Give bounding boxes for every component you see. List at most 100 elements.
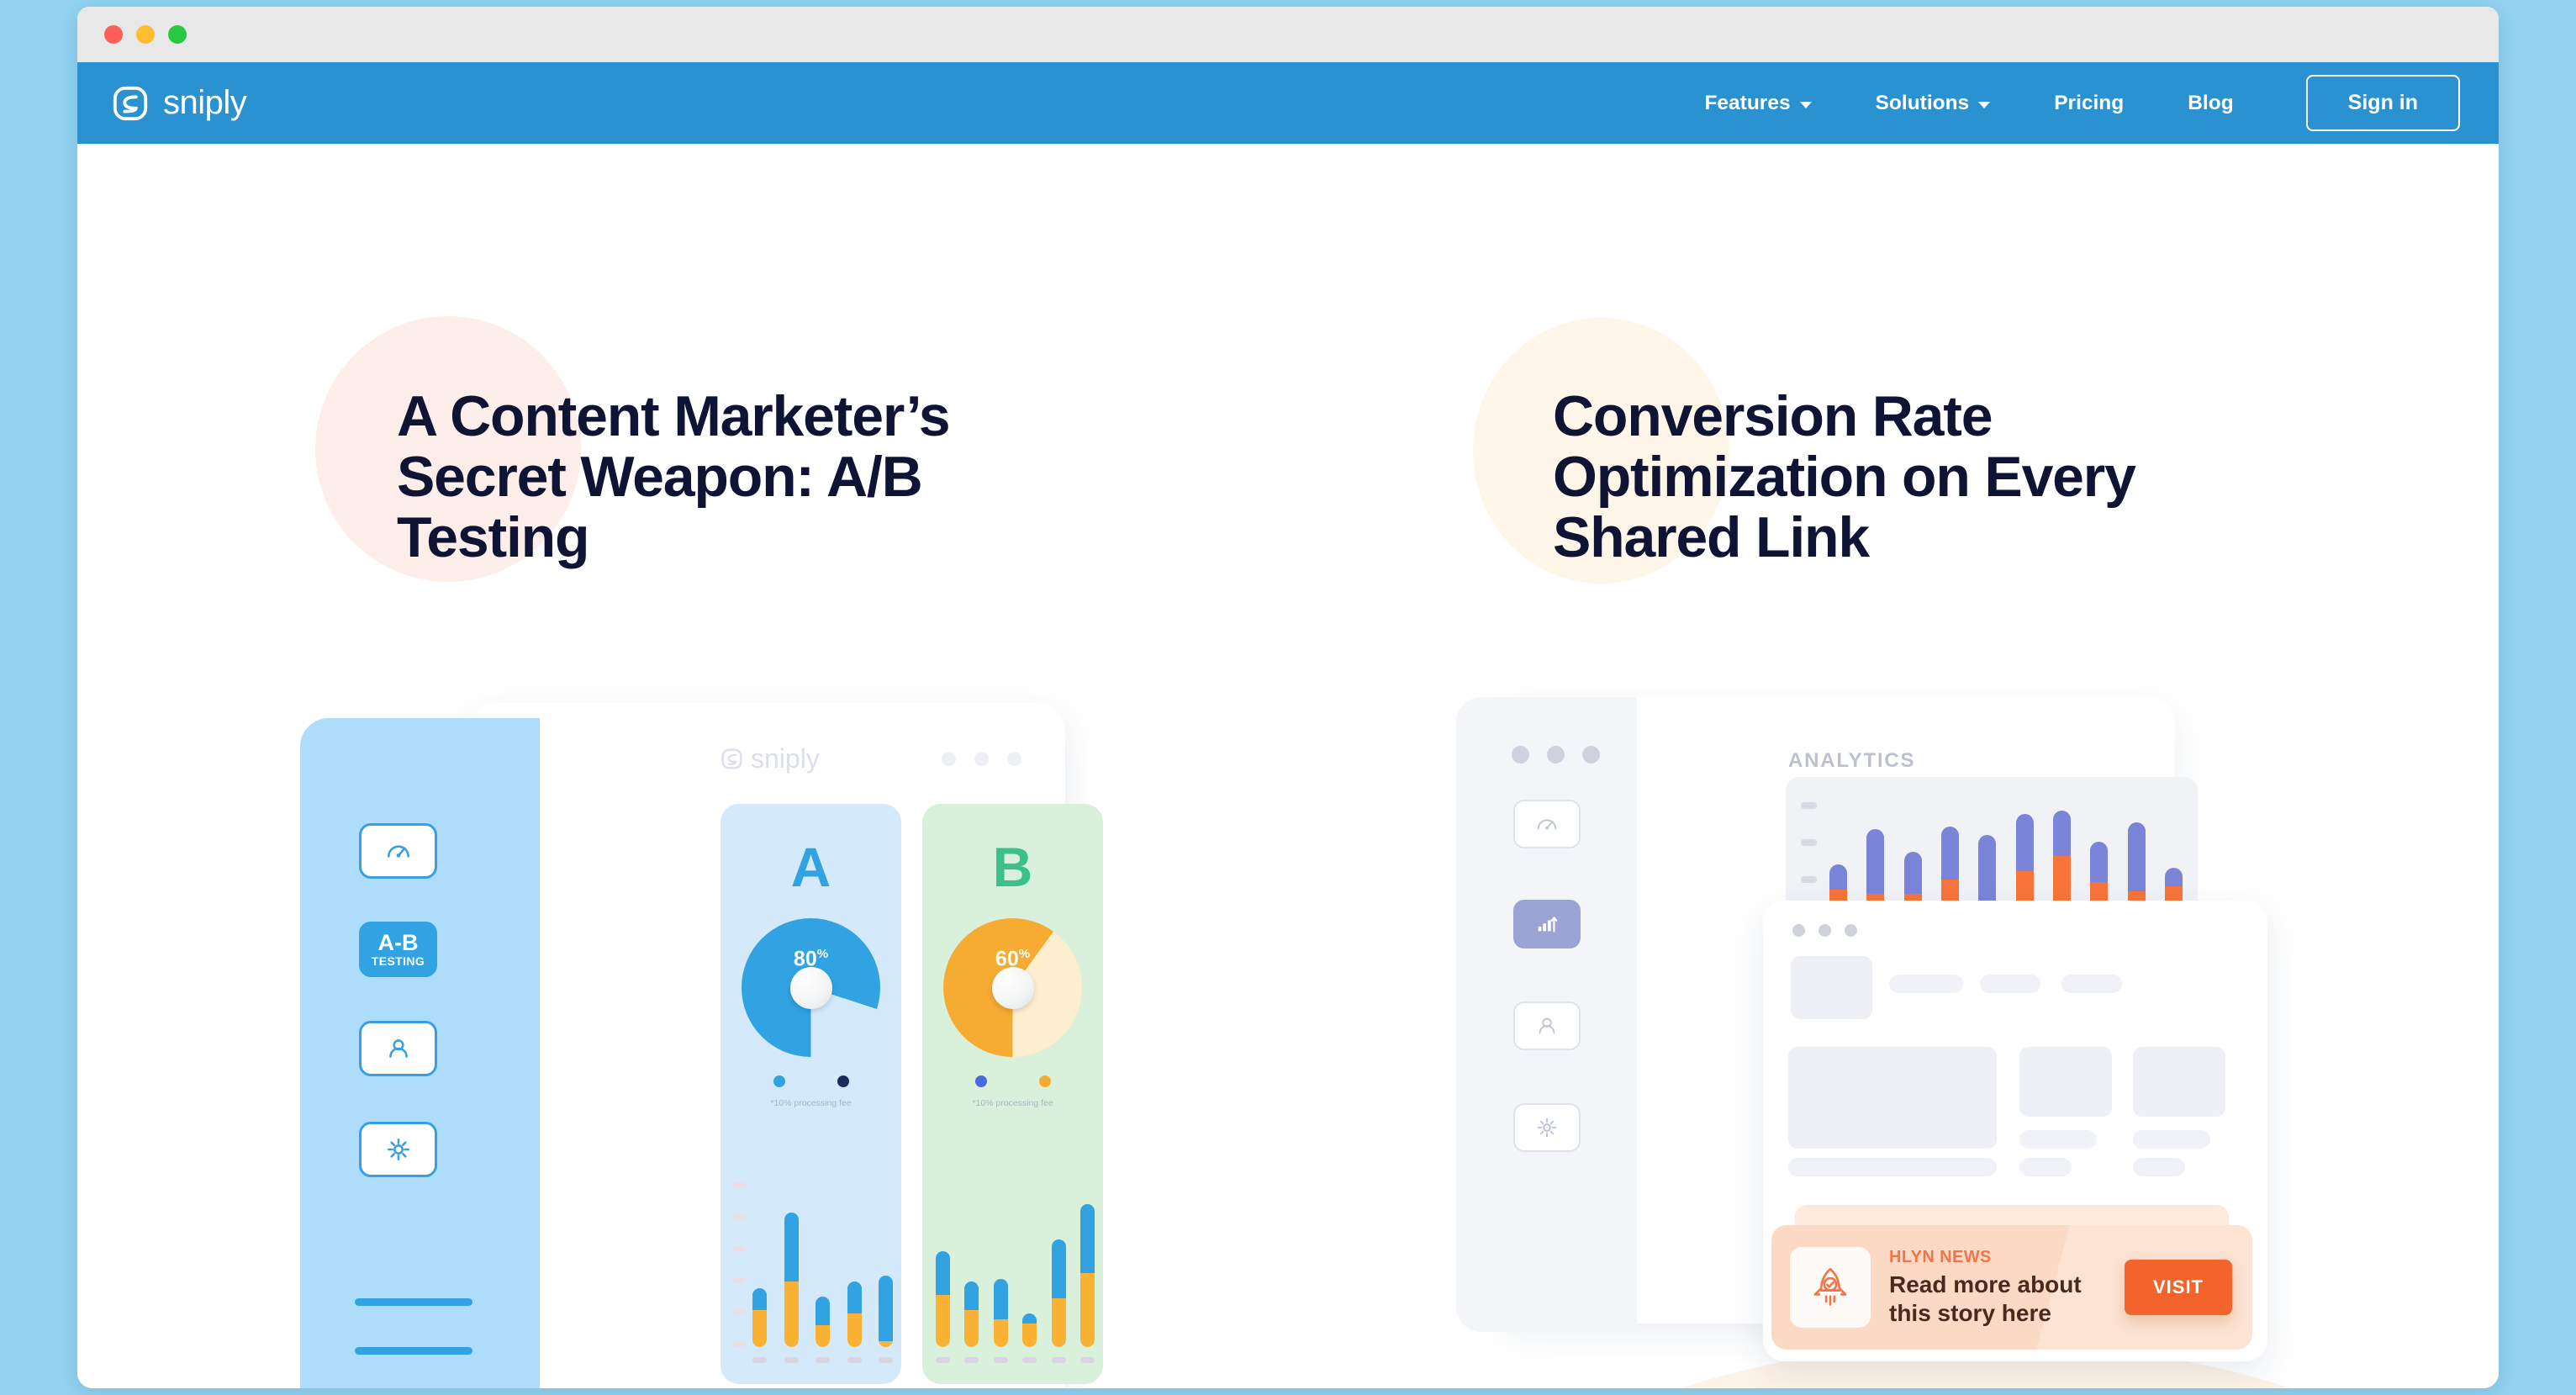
y-tick bbox=[1801, 802, 1817, 809]
minimize-icon[interactable] bbox=[136, 25, 155, 44]
x-tick bbox=[752, 1357, 767, 1363]
x-tick bbox=[964, 1357, 979, 1363]
snippet-text: HLYN NEWS Read more about this story her… bbox=[1889, 1248, 2106, 1327]
sidebar-item-dashboard[interactable] bbox=[359, 823, 437, 879]
sidebar-item-audience[interactable] bbox=[1513, 1001, 1581, 1050]
person-icon bbox=[1539, 1017, 1555, 1034]
legend-dot bbox=[974, 1075, 987, 1087]
variant-panel-a: A 80% *10% processing fee bbox=[721, 804, 901, 1384]
snippet-kicker: HLYN NEWS bbox=[1889, 1247, 1992, 1266]
nav-item-features[interactable]: Features bbox=[1672, 92, 1843, 115]
variant-letter-b: B bbox=[992, 836, 1033, 898]
sidebar-item-audience[interactable] bbox=[359, 1021, 437, 1076]
window-dot bbox=[1007, 752, 1021, 766]
mini-brand-name: sniply bbox=[751, 743, 820, 774]
window-dot bbox=[1582, 746, 1600, 764]
window-dot bbox=[1792, 924, 1805, 937]
bar bbox=[879, 1276, 893, 1347]
speedometer-icon bbox=[387, 845, 409, 858]
gear-icon bbox=[1537, 1118, 1557, 1138]
chevron-down-icon bbox=[1799, 101, 1812, 108]
main-navbar: sniply Features Solutions Pricing Blog S… bbox=[77, 62, 2499, 144]
window-dot bbox=[974, 752, 989, 766]
legend-b bbox=[922, 1075, 1103, 1087]
sidebar-item-settings[interactable] bbox=[359, 1122, 437, 1177]
speedometer-icon bbox=[1537, 819, 1557, 830]
window-dot bbox=[942, 752, 956, 766]
x-tick bbox=[816, 1357, 830, 1363]
close-icon[interactable] bbox=[104, 25, 123, 44]
ab-testing-line2: TESTING bbox=[371, 954, 425, 968]
y-axis-ticks bbox=[732, 1182, 746, 1347]
legend-dot bbox=[837, 1075, 849, 1087]
analytics-sidebar bbox=[1456, 697, 1637, 1332]
mini-brand-logo: sniply bbox=[721, 743, 820, 774]
placeholder-pill bbox=[2133, 1130, 2210, 1149]
chevron-down-icon bbox=[1978, 101, 1991, 108]
sidebar-divider-line bbox=[355, 1298, 472, 1306]
variant-panel-b: B 60% *10% processing fee bbox=[922, 804, 1103, 1384]
nav-item-pricing[interactable]: Pricing bbox=[2022, 92, 2156, 115]
nav-item-solutions[interactable]: Solutions bbox=[1844, 92, 2023, 115]
window-dots bbox=[1792, 924, 1857, 937]
bar bbox=[993, 1279, 1008, 1347]
window-dot bbox=[1547, 746, 1565, 764]
placeholder-pill bbox=[1788, 1158, 1997, 1176]
rocket-icon bbox=[1813, 1267, 1847, 1306]
gauge-chart-b: 60% bbox=[943, 918, 1082, 1057]
visit-button[interactable]: VISIT bbox=[2124, 1260, 2232, 1315]
content-preview-card: HLYN NEWS Read more about this story her… bbox=[1763, 901, 2267, 1361]
y-tick bbox=[1801, 839, 1817, 846]
placeholder-pill bbox=[2061, 975, 2122, 993]
sniply-logo-icon bbox=[721, 748, 742, 769]
ab-testing-illustration: sniply A 80% *10% processing fee B 60% *… bbox=[300, 695, 1103, 1388]
brand-logo[interactable]: sniply bbox=[111, 84, 247, 123]
bar bbox=[784, 1213, 799, 1347]
y-tick bbox=[732, 1277, 746, 1284]
placeholder-pill bbox=[2133, 1158, 2185, 1176]
y-tick bbox=[732, 1213, 746, 1220]
gauge-knob bbox=[991, 966, 1034, 1009]
x-tick bbox=[1022, 1357, 1037, 1363]
hero-column-right: Conversion Rate Optimization on Every Sh… bbox=[1553, 386, 2309, 568]
bar-chart-b bbox=[922, 1176, 1103, 1369]
gauge-knob bbox=[789, 966, 832, 1009]
y-tick bbox=[1801, 876, 1817, 883]
y-tick bbox=[732, 1245, 746, 1252]
page-title-right: Conversion Rate Optimization on Every Sh… bbox=[1553, 384, 2136, 570]
nav-item-features-label: Features bbox=[1704, 91, 1791, 114]
x-axis-ticks bbox=[752, 1357, 893, 1363]
sidebar-item-ab-testing[interactable]: A-B TESTING bbox=[359, 922, 437, 977]
x-tick bbox=[993, 1357, 1008, 1363]
sidebar-item-settings[interactable] bbox=[1513, 1103, 1581, 1152]
bar bbox=[936, 1251, 950, 1347]
gauge-chart-a: 80% bbox=[742, 918, 880, 1057]
sidebar-divider-line bbox=[355, 1347, 472, 1355]
bar bbox=[847, 1281, 862, 1347]
sign-in-button[interactable]: Sign in bbox=[2305, 75, 2460, 131]
x-tick bbox=[784, 1357, 799, 1363]
window-dot bbox=[1512, 746, 1529, 764]
y-tick bbox=[732, 1340, 746, 1347]
snippet-title: Read more about this story here bbox=[1889, 1271, 2082, 1326]
ab-dashboard-card: sniply A 80% *10% processing fee B 60% *… bbox=[468, 703, 1103, 1388]
bar-row bbox=[752, 1182, 893, 1347]
maximize-icon[interactable] bbox=[168, 25, 187, 44]
mini-window-dots bbox=[942, 752, 1021, 766]
nav-item-pricing-label: Pricing bbox=[2054, 91, 2125, 114]
nav-item-solutions-label: Solutions bbox=[1875, 91, 1970, 114]
snippet-card: HLYN NEWS Read more about this story her… bbox=[1771, 1225, 2252, 1350]
legend-a bbox=[721, 1075, 901, 1087]
sidebar-item-analytics[interactable] bbox=[1513, 900, 1581, 948]
window-dots bbox=[1512, 746, 1600, 764]
bar bbox=[752, 1288, 767, 1347]
nav-item-blog[interactable]: Blog bbox=[2156, 92, 2265, 115]
legend-dot bbox=[1038, 1075, 1051, 1087]
y-tick bbox=[732, 1182, 746, 1188]
ab-testing-line1: A-B bbox=[377, 929, 419, 955]
sidebar-item-dashboard[interactable] bbox=[1513, 800, 1581, 848]
bar bbox=[1079, 1204, 1095, 1347]
bar bbox=[816, 1297, 830, 1347]
x-tick bbox=[847, 1357, 862, 1363]
fineprint-b: *10% processing fee bbox=[972, 1098, 1053, 1108]
